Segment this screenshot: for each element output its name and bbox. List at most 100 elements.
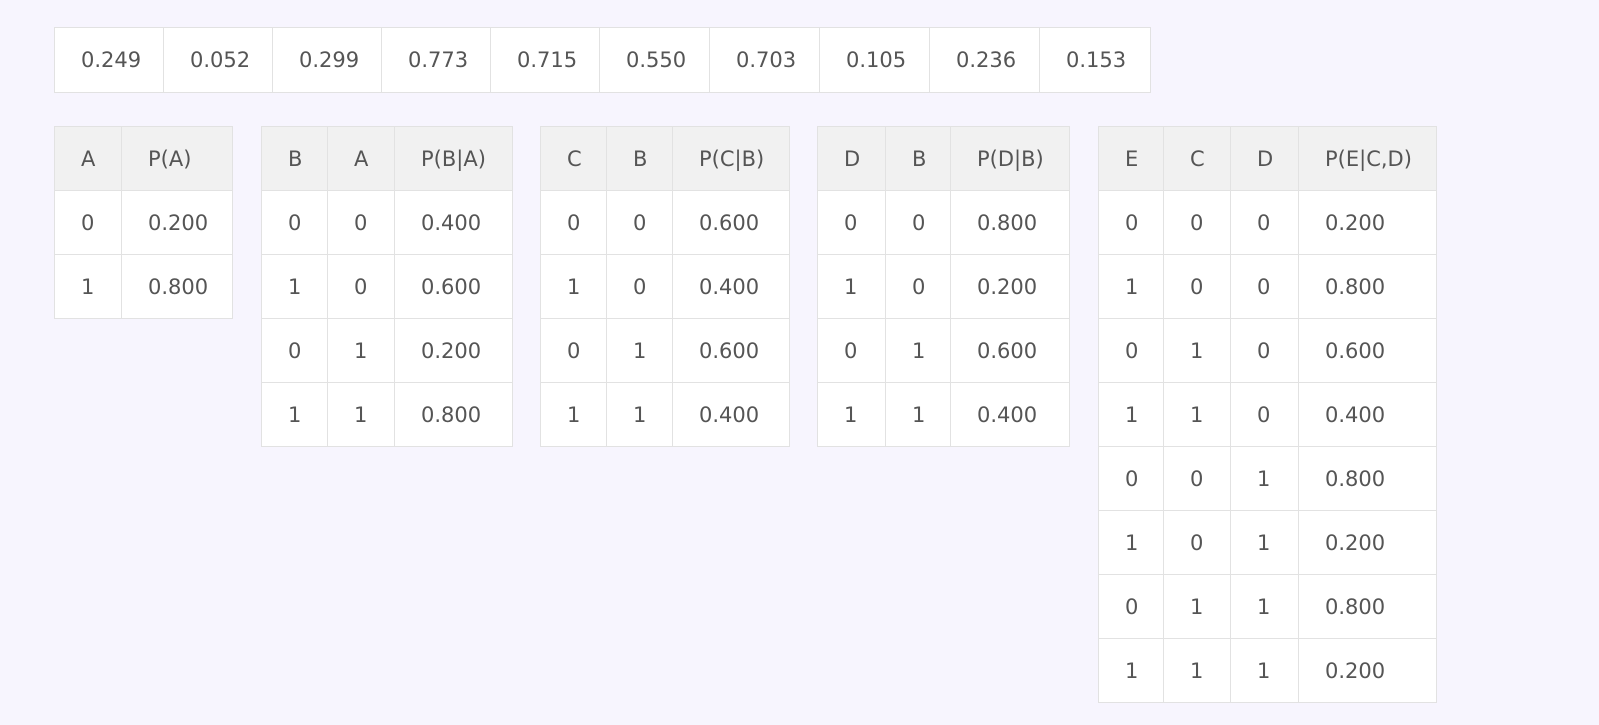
table-row: 1 0 0.600: [261, 254, 513, 319]
table-cell: 1: [606, 382, 673, 447]
table-row: 1 0 1 0.200: [1098, 510, 1437, 575]
table-cell: 0: [1163, 510, 1231, 575]
table-cell: 0: [1098, 318, 1164, 383]
cpt-table-d: D B P(D|B) 0 0 0.800 1 0 0.200 0 1 0.600…: [817, 126, 1070, 447]
sample-cell: 0.249: [54, 27, 164, 93]
table-cell: 1: [1098, 382, 1164, 447]
column-header: P(D|B): [950, 126, 1070, 191]
table-cell: 1: [885, 382, 951, 447]
sample-cell: 0.105: [819, 27, 930, 93]
table-cell: 0.400: [394, 190, 513, 255]
cpt-header-row: C B P(C|B): [540, 126, 790, 191]
table-cell: 0: [885, 190, 951, 255]
table-row: 1 0 0.200: [817, 254, 1070, 319]
table-row: 1 0 0.400: [540, 254, 790, 319]
table-cell: 0: [540, 190, 607, 255]
table-cell: 0: [1230, 382, 1299, 447]
table-cell: 0.800: [121, 254, 233, 319]
table-cell: 1: [1230, 638, 1299, 703]
table-cell: 1: [261, 254, 328, 319]
table-cell: 0: [1230, 318, 1299, 383]
table-row: 0 1 0.200: [261, 318, 513, 383]
column-header: C: [1163, 126, 1231, 191]
table-cell: 1: [1163, 382, 1231, 447]
table-cell: 0: [1230, 190, 1299, 255]
cpt-table-e: E C D P(E|C,D) 0 0 0 0.200 1 0 0 0.800 0…: [1098, 126, 1437, 703]
table-cell: 0: [1098, 190, 1164, 255]
table-cell: 1: [1163, 638, 1231, 703]
table-row: 0 1 1 0.800: [1098, 574, 1437, 639]
table-cell: 0: [1230, 254, 1299, 319]
table-cell: 0.400: [950, 382, 1070, 447]
table-cell: 0: [327, 254, 395, 319]
table-cell: 0: [1098, 574, 1164, 639]
table-cell: 0: [1163, 190, 1231, 255]
table-cell: 0: [540, 318, 607, 383]
column-header: P(A): [121, 126, 233, 191]
table-row: 0 0 1 0.800: [1098, 446, 1437, 511]
table-row: 1 0.800: [54, 254, 233, 319]
table-cell: 0.200: [950, 254, 1070, 319]
table-cell: 1: [540, 382, 607, 447]
cpt-header-row: E C D P(E|C,D): [1098, 126, 1437, 191]
samples-row: 0.249 0.052 0.299 0.773 0.715 0.550 0.70…: [54, 27, 1151, 93]
column-header: P(E|C,D): [1298, 126, 1437, 191]
table-cell: 0: [606, 254, 673, 319]
table-cell: 1: [817, 382, 886, 447]
table-cell: 1: [1230, 574, 1299, 639]
column-header: D: [817, 126, 886, 191]
sample-cell: 0.052: [163, 27, 273, 93]
table-cell: 1: [1098, 254, 1164, 319]
table-cell: 0.600: [672, 318, 790, 383]
table-cell: 0.800: [394, 382, 513, 447]
table-row: 1 1 0.800: [261, 382, 513, 447]
column-header: P(B|A): [394, 126, 513, 191]
table-cell: 0.600: [1298, 318, 1437, 383]
sample-cell: 0.299: [272, 27, 382, 93]
cpt-header-row: A P(A): [54, 126, 233, 191]
cpt-table-a: A P(A) 0 0.200 1 0.800: [54, 126, 233, 319]
sample-cell: 0.703: [709, 27, 820, 93]
table-cell: 0: [1098, 446, 1164, 511]
table-row: 1 1 0.400: [540, 382, 790, 447]
table-cell: 1: [885, 318, 951, 383]
table-row: 0 0 0.400: [261, 190, 513, 255]
table-row: 1 0 0 0.800: [1098, 254, 1437, 319]
table-cell: 0.600: [394, 254, 513, 319]
table-cell: 1: [1230, 510, 1299, 575]
table-cell: 0: [327, 190, 395, 255]
column-header: C: [540, 126, 607, 191]
table-cell: 0: [885, 254, 951, 319]
table-cell: 0: [606, 190, 673, 255]
table-row: 1 1 1 0.200: [1098, 638, 1437, 703]
table-row: 1 1 0 0.400: [1098, 382, 1437, 447]
sample-cell: 0.773: [381, 27, 491, 93]
cpt-table-c: C B P(C|B) 0 0 0.600 1 0 0.400 0 1 0.600…: [540, 126, 790, 447]
table-cell: 0.200: [1298, 510, 1437, 575]
table-cell: 0.200: [1298, 190, 1437, 255]
table-cell: 0: [817, 190, 886, 255]
sample-cell: 0.715: [490, 27, 600, 93]
table-cell: 0.600: [672, 190, 790, 255]
cpt-header-row: D B P(D|B): [817, 126, 1070, 191]
table-cell: 1: [1230, 446, 1299, 511]
table-cell: 0.800: [1298, 446, 1437, 511]
column-header: E: [1098, 126, 1164, 191]
table-cell: 0.200: [1298, 638, 1437, 703]
table-cell: 0.800: [1298, 254, 1437, 319]
table-cell: 0.400: [672, 254, 790, 319]
table-row: 0 0 0 0.200: [1098, 190, 1437, 255]
table-cell: 0.400: [672, 382, 790, 447]
table-row: 1 1 0.400: [817, 382, 1070, 447]
table-row: 0 0 0.600: [540, 190, 790, 255]
table-cell: 0: [261, 190, 328, 255]
column-header: B: [606, 126, 673, 191]
column-header: B: [885, 126, 951, 191]
table-cell: 1: [54, 254, 122, 319]
column-header: D: [1230, 126, 1299, 191]
table-cell: 0.800: [950, 190, 1070, 255]
column-header: P(C|B): [672, 126, 790, 191]
table-row: 0 1 0 0.600: [1098, 318, 1437, 383]
table-cell: 1: [1163, 318, 1231, 383]
table-cell: 1: [261, 382, 328, 447]
